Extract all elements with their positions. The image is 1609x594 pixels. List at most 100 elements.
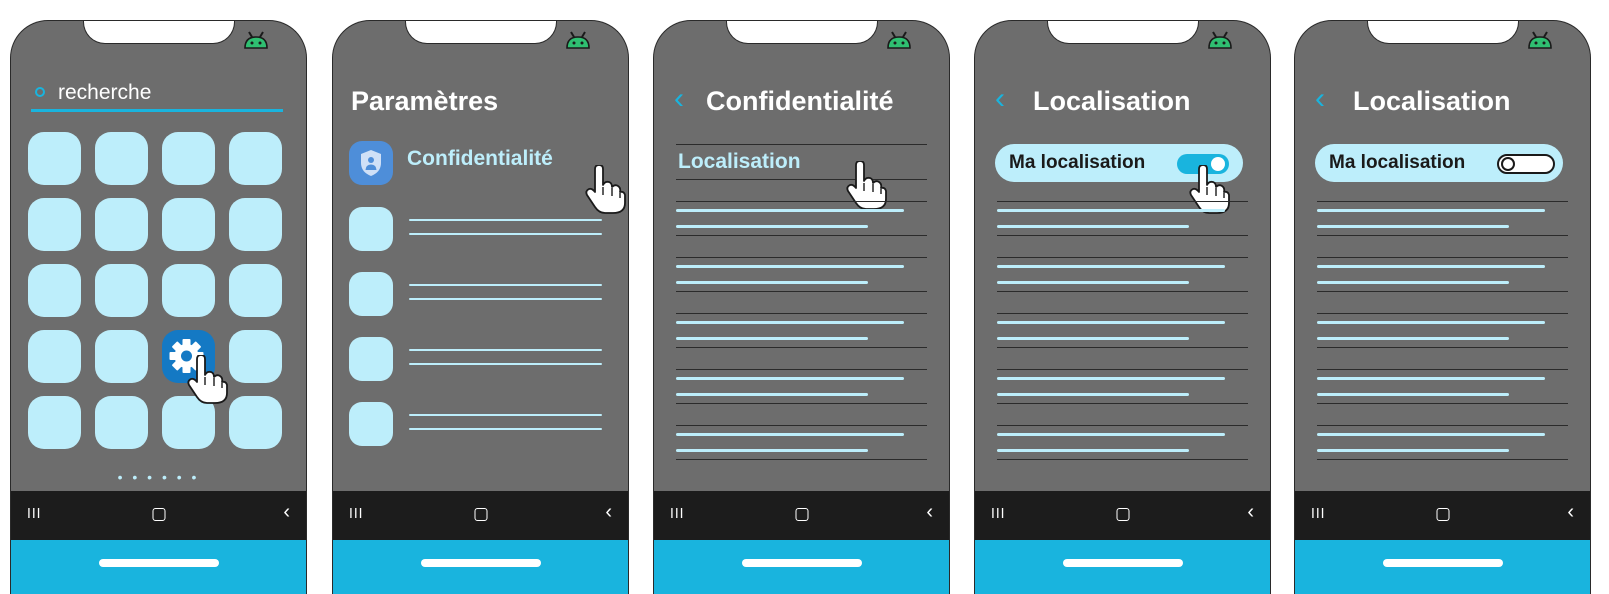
- back-icon[interactable]: ‹: [1567, 502, 1574, 522]
- app-tile[interactable]: [95, 132, 148, 185]
- divider: [676, 425, 927, 426]
- home-indicator[interactable]: [1062, 559, 1183, 567]
- divider: [676, 291, 927, 292]
- divider: [997, 313, 1248, 314]
- navigation-bar: III ‹: [975, 491, 1270, 540]
- android-icon: [566, 31, 590, 49]
- text-placeholder-line: [676, 225, 868, 228]
- gesture-bar: [11, 540, 306, 594]
- recent-apps-icon[interactable]: III: [991, 505, 1006, 525]
- pointing-hand-icon: [187, 355, 228, 404]
- phone-location-screen-on: ‹ Localisation Ma localisation III ‹: [974, 20, 1271, 594]
- divider: [676, 459, 927, 460]
- home-icon[interactable]: [474, 508, 487, 521]
- recent-apps-icon[interactable]: III: [27, 505, 42, 525]
- phone-privacy-screen: ‹ Confidentialité Localisation III ‹: [653, 20, 950, 594]
- recent-apps-icon[interactable]: III: [670, 505, 685, 525]
- privacy-menu-item[interactable]: Confidentialité: [349, 141, 609, 185]
- recent-apps-icon[interactable]: III: [349, 505, 364, 525]
- app-tile[interactable]: [28, 264, 81, 317]
- app-tile[interactable]: [95, 330, 148, 383]
- toggle-knob: [1501, 157, 1515, 171]
- text-placeholder-line: [1317, 321, 1545, 324]
- divider: [997, 459, 1248, 460]
- app-tile[interactable]: [162, 132, 215, 185]
- text-placeholder-line: [676, 321, 904, 324]
- app-tile[interactable]: [229, 132, 282, 185]
- page-title: Localisation: [1033, 86, 1191, 116]
- phone-settings-screen: Paramètres Confidentialité III ‹: [332, 20, 629, 594]
- navigation-bar: III ‹: [11, 491, 306, 540]
- location-menu-item[interactable]: Localisation: [678, 150, 801, 174]
- app-tile[interactable]: [229, 330, 282, 383]
- app-tile[interactable]: [95, 396, 148, 449]
- location-toggle-row[interactable]: Ma localisation: [1315, 144, 1563, 182]
- app-tile[interactable]: [162, 264, 215, 317]
- divider: [676, 201, 927, 202]
- app-tile[interactable]: [229, 396, 282, 449]
- phone-location-screen-off: ‹ Localisation Ma localisation III ‹: [1294, 20, 1591, 594]
- text-placeholder-line: [409, 298, 602, 300]
- location-toggle-switch[interactable]: [1497, 154, 1555, 174]
- divider: [1317, 425, 1568, 426]
- app-tile[interactable]: [28, 132, 81, 185]
- back-chevron-icon[interactable]: ‹: [995, 81, 1005, 117]
- notch: [725, 21, 878, 44]
- search-icon: [35, 87, 45, 97]
- text-placeholder-line: [997, 393, 1189, 396]
- settings-list-item[interactable]: [349, 337, 609, 381]
- text-placeholder-line: [409, 284, 602, 286]
- list-item-icon: [349, 337, 393, 381]
- app-tile[interactable]: [28, 198, 81, 251]
- text-placeholder-line: [676, 433, 904, 436]
- divider: [676, 369, 927, 370]
- home-icon[interactable]: [152, 508, 165, 521]
- privacy-app-icon: [349, 141, 393, 185]
- app-tile[interactable]: [95, 198, 148, 251]
- text-placeholder-line: [997, 321, 1225, 324]
- app-tile[interactable]: [229, 198, 282, 251]
- gesture-bar: [1295, 540, 1590, 594]
- phone-home-screen: recherche • • • • • • III ‹: [10, 20, 307, 594]
- text-placeholder-line: [676, 449, 868, 452]
- app-tile[interactable]: [229, 264, 282, 317]
- divider: [1317, 291, 1568, 292]
- search-input[interactable]: recherche: [58, 79, 151, 107]
- page-title: Confidentialité: [706, 86, 894, 116]
- home-icon[interactable]: [795, 508, 808, 521]
- settings-list-item[interactable]: [349, 402, 609, 446]
- text-placeholder-line: [676, 377, 904, 380]
- back-icon[interactable]: ‹: [605, 502, 612, 522]
- app-tile[interactable]: [162, 198, 215, 251]
- home-indicator[interactable]: [741, 559, 862, 567]
- app-tile[interactable]: [28, 330, 81, 383]
- app-tile[interactable]: [28, 396, 81, 449]
- text-placeholder-line: [1317, 393, 1509, 396]
- text-placeholder-line: [1317, 433, 1545, 436]
- back-icon[interactable]: ‹: [1247, 502, 1254, 522]
- back-chevron-icon[interactable]: ‹: [1315, 81, 1325, 117]
- notch: [404, 21, 557, 44]
- home-indicator[interactable]: [1382, 559, 1503, 567]
- back-icon[interactable]: ‹: [283, 502, 290, 522]
- home-icon[interactable]: [1116, 508, 1129, 521]
- home-icon[interactable]: [1436, 508, 1449, 521]
- recent-apps-icon[interactable]: III: [1311, 505, 1326, 525]
- home-indicator[interactable]: [98, 559, 219, 567]
- page-title: Localisation: [1353, 86, 1511, 116]
- home-indicator[interactable]: [420, 559, 541, 567]
- text-placeholder-line: [1317, 337, 1509, 340]
- search-bar[interactable]: recherche: [31, 79, 283, 107]
- divider: [676, 403, 927, 404]
- settings-list-item[interactable]: [349, 207, 609, 251]
- text-placeholder-line: [409, 349, 602, 351]
- divider: [1317, 369, 1568, 370]
- notch: [1366, 21, 1519, 44]
- app-tile[interactable]: [95, 264, 148, 317]
- back-icon[interactable]: ‹: [926, 502, 933, 522]
- back-chevron-icon[interactable]: ‹: [674, 81, 684, 117]
- settings-list-item[interactable]: [349, 272, 609, 316]
- text-placeholder-line: [676, 209, 904, 212]
- divider: [1317, 403, 1568, 404]
- text-placeholder-line: [997, 209, 1225, 212]
